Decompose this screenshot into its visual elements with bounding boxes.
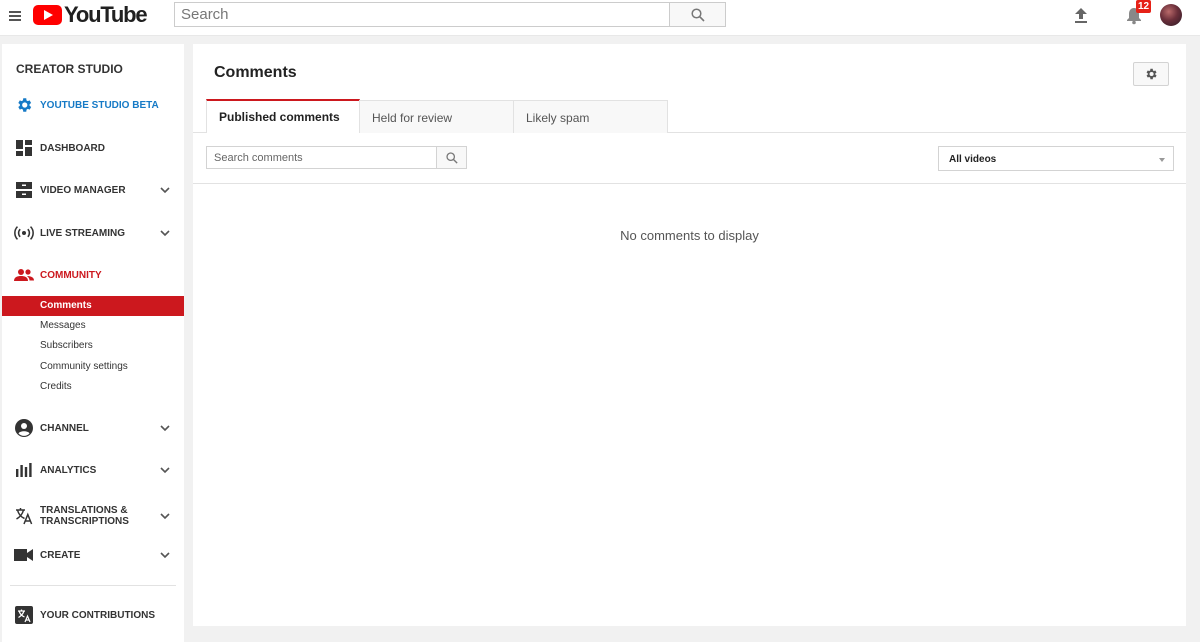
contributions-translate-icon: [14, 605, 34, 625]
sidebar-subitem-credits[interactable]: Credits: [2, 377, 184, 397]
sidebar-item-label: LIVE STREAMING: [40, 227, 126, 239]
sidebar-item-label: ANALYTICS: [40, 464, 97, 476]
sidebar-item-label-line1: TRANSLATIONS &: [40, 505, 128, 516]
sidebar: CREATOR STUDIO YOUTUBE STUDIO BETA DASHB…: [2, 44, 184, 642]
chevron-down-icon[interactable]: [159, 464, 171, 476]
chevron-down-icon[interactable]: [159, 549, 171, 561]
page-title: Comments: [214, 64, 297, 81]
sidebar-item-translations[interactable]: TRANSLATIONS & TRANSCRIPTIONS: [2, 501, 184, 531]
community-people-icon: [14, 265, 34, 285]
sidebar-item-label: YOUTUBE STUDIO BETA: [40, 99, 159, 111]
settings-button[interactable]: [1133, 62, 1169, 86]
sidebar-item-label-line2: TRANSCRIPTIONS: [40, 516, 129, 527]
video-camera-icon: [14, 545, 34, 565]
sidebar-item-label: DASHBOARD: [40, 142, 105, 154]
sidebar-item-channel[interactable]: CHANNEL: [2, 416, 184, 440]
top-bar: YouTube 12: [0, 0, 1200, 36]
menu-icon[interactable]: [9, 11, 21, 21]
search-icon: [690, 7, 705, 22]
search-button[interactable]: [669, 2, 726, 27]
video-manager-icon: [14, 180, 34, 200]
empty-state-message: No comments to display: [620, 228, 759, 243]
sidebar-item-video-manager[interactable]: VIDEO MANAGER: [2, 178, 184, 202]
sidebar-divider: [10, 585, 176, 586]
chevron-down-icon[interactable]: [159, 184, 171, 196]
sidebar-subitem-messages[interactable]: Messages: [2, 316, 184, 336]
sidebar-item-studio-beta[interactable]: YOUTUBE STUDIO BETA: [2, 93, 184, 117]
account-circle-icon: [14, 418, 34, 438]
sidebar-item-label: CHANNEL: [40, 422, 89, 434]
sidebar-subitem-community-settings[interactable]: Community settings: [2, 357, 184, 377]
notification-count-badge: 12: [1136, 0, 1152, 13]
filter-divider: [193, 183, 1186, 184]
live-streaming-icon: [14, 223, 34, 243]
tab-held-for-review[interactable]: Held for review: [359, 100, 514, 133]
sidebar-item-live-streaming[interactable]: LIVE STREAMING: [2, 221, 184, 245]
sidebar-item-label: VIDEO MANAGER: [40, 184, 126, 196]
search-comments-button[interactable]: [436, 146, 467, 169]
sidebar-item-create[interactable]: CREATE: [2, 543, 184, 567]
dashboard-icon: [14, 138, 34, 158]
chevron-down-icon[interactable]: [159, 510, 171, 522]
video-filter-select[interactable]: All videos: [938, 146, 1174, 171]
translate-icon: [14, 506, 34, 526]
upload-icon[interactable]: [1072, 6, 1090, 24]
dropdown-caret-icon: [1159, 158, 1165, 162]
analytics-bar-chart-icon: [14, 460, 34, 480]
tab-likely-spam[interactable]: Likely spam: [513, 100, 668, 133]
avatar[interactable]: [1160, 4, 1182, 26]
sidebar-item-dashboard[interactable]: DASHBOARD: [2, 136, 184, 160]
search-comments-input[interactable]: [206, 146, 437, 169]
logo-text: YouTube: [64, 2, 148, 27]
youtube-play-icon: [33, 5, 62, 25]
chevron-down-icon[interactable]: [159, 422, 171, 434]
chevron-down-icon[interactable]: [159, 227, 171, 239]
sidebar-subitem-comments[interactable]: Comments: [2, 296, 184, 316]
sidebar-title: CREATOR STUDIO: [16, 62, 123, 76]
video-filter-value: All videos: [949, 154, 997, 165]
sidebar-item-label: YOUR CONTRIBUTIONS: [40, 609, 155, 621]
main-panel: Comments Published comments Held for rev…: [193, 44, 1186, 626]
sidebar-item-community[interactable]: COMMUNITY: [2, 263, 184, 287]
sidebar-item-label: CREATE: [40, 549, 81, 561]
sidebar-item-label: COMMUNITY: [40, 269, 102, 281]
sidebar-item-label: TRANSLATIONS & TRANSCRIPTIONS: [40, 505, 129, 527]
sidebar-item-your-contributions[interactable]: YOUR CONTRIBUTIONS: [2, 603, 184, 627]
sidebar-item-analytics[interactable]: ANALYTICS: [2, 458, 184, 482]
gear-icon: [1146, 68, 1157, 80]
youtube-logo[interactable]: YouTube: [33, 2, 148, 27]
search-icon: [445, 151, 458, 164]
comment-tabs: Published comments Held for review Likel…: [193, 99, 1186, 133]
tab-published-comments[interactable]: Published comments: [206, 99, 360, 133]
search-input[interactable]: [174, 2, 670, 27]
sidebar-subitem-subscribers[interactable]: Subscribers: [2, 336, 184, 356]
gear-icon: [14, 95, 34, 115]
